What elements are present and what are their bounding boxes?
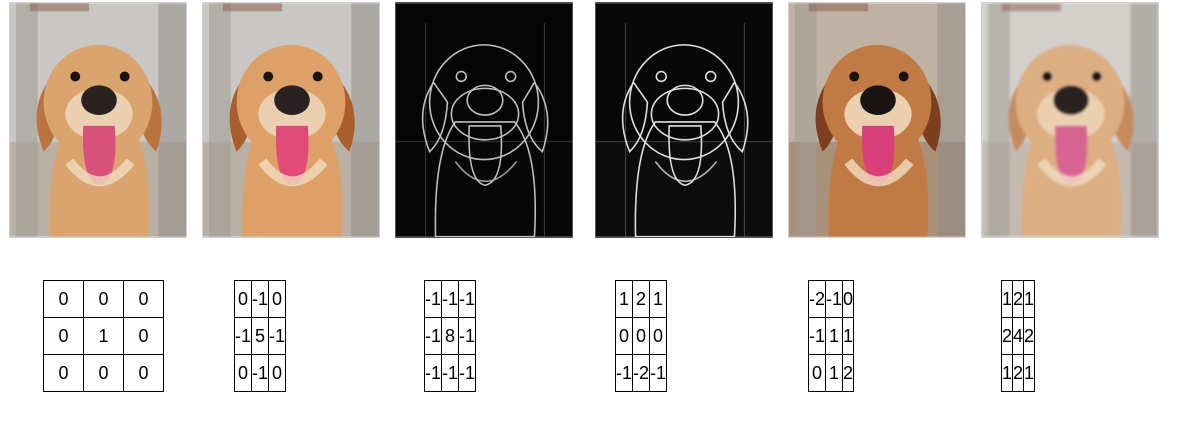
kernel-cell: 1: [825, 354, 844, 392]
kernel-cell: 8: [441, 317, 460, 355]
kernel-cell: -1: [458, 280, 477, 318]
kernel-cell: 1: [614, 280, 634, 318]
kernel-cell: -1: [807, 317, 827, 355]
kernel-cell: -1: [458, 354, 477, 392]
kernel-cell: 0: [807, 354, 827, 392]
kernel-row: 0 -1 0: [233, 280, 287, 318]
filter-panel: 121242121: [0, 0, 1159, 443]
kernel-row: -1 1 1: [807, 317, 855, 355]
dog-photo-sobel-horizontal-icon: [595, 2, 773, 238]
kernel-cell: 2: [1012, 280, 1025, 318]
kernel-cell: -1: [423, 280, 443, 318]
kernel-cell: 0: [632, 317, 651, 355]
kernel-cell: 2: [1023, 317, 1036, 355]
kernel-cell: -1: [441, 354, 460, 392]
kernel-cell: 1: [842, 317, 855, 355]
kernel-cell: -1: [268, 317, 287, 355]
kernel-row: 242: [1000, 317, 1036, 355]
kernel-row: 000: [614, 317, 668, 355]
kernel-matrix: 0 -1 0 -1 5 -1 0 -1 0: [233, 280, 287, 392]
kernel-cell: 5: [251, 317, 270, 355]
kernel-cell: 1: [825, 317, 844, 355]
dog-photo-edge-outline-icon: [395, 2, 573, 238]
dog-photo-blurred-icon: [981, 2, 1159, 238]
kernel-row: -2 -1 0: [807, 280, 855, 318]
kernel-cell: 2: [842, 354, 855, 392]
kernel-cell: -1: [233, 317, 253, 355]
kernel-cell: -2: [807, 280, 827, 318]
kernel-cell: 0: [842, 280, 855, 318]
kernel-cell: 1: [1023, 354, 1036, 392]
dog-photo-emboss-icon: [788, 2, 966, 238]
kernel-cell: -1: [614, 354, 634, 392]
kernel-row: -1 5 -1: [233, 317, 287, 355]
kernel-matrix: -1 -1 -1 -1 8 -1 -1 -1 -1: [423, 280, 477, 392]
kernel-cell: 2: [1000, 317, 1014, 355]
kernel-cell: -1: [251, 354, 270, 392]
kernel-cell: 0: [649, 317, 668, 355]
kernel-row: -1 8 -1: [423, 317, 477, 355]
kernel-cell: 1: [1023, 280, 1036, 318]
kernel-cell: 1: [1000, 354, 1014, 392]
kernel-cell: -1: [251, 280, 270, 318]
kernel-cell: 2: [632, 280, 651, 318]
kernel-cell: 1: [1000, 280, 1014, 318]
kernel-cell: 2: [1012, 354, 1025, 392]
kernel-row: 121: [1000, 354, 1036, 392]
kernel-matrix: 121242121: [1000, 280, 1036, 392]
kernel-cell: -1: [825, 280, 844, 318]
kernel-row: 012: [807, 354, 855, 392]
kernel-matrix: 1 2 1 0 0 0 -1 -2 -1: [614, 280, 668, 392]
kernel-row: -1 -1 -1: [423, 280, 477, 318]
kernel-cell: -2: [632, 354, 651, 392]
kernel-cell: -1: [423, 354, 443, 392]
kernel-row: 0 -1 0: [233, 354, 287, 392]
kernel-cell: 0: [233, 280, 253, 318]
kernel-cell: -1: [441, 280, 460, 318]
kernel-cell: -1: [458, 317, 477, 355]
kernel-cell: 0: [233, 354, 253, 392]
kernel-cell: 0: [268, 354, 287, 392]
kernel-matrix: -2 -1 0 -1 1 1 0 1 2: [807, 280, 855, 392]
kernel-cell: -1: [649, 354, 668, 392]
dog-photo-sharpened-icon: [202, 2, 380, 238]
kernel-row: 121: [614, 280, 668, 318]
kernel-row: -1 -2 -1: [614, 354, 668, 392]
kernel-row: -1 -1 -1: [423, 354, 477, 392]
kernel-cell: 4: [1012, 317, 1025, 355]
kernel-cell: 1: [649, 280, 668, 318]
kernel-cell: 0: [614, 317, 634, 355]
kernel-cell: 0: [268, 280, 287, 318]
kernel-cell: -1: [423, 317, 443, 355]
kernel-row: 121: [1000, 280, 1036, 318]
